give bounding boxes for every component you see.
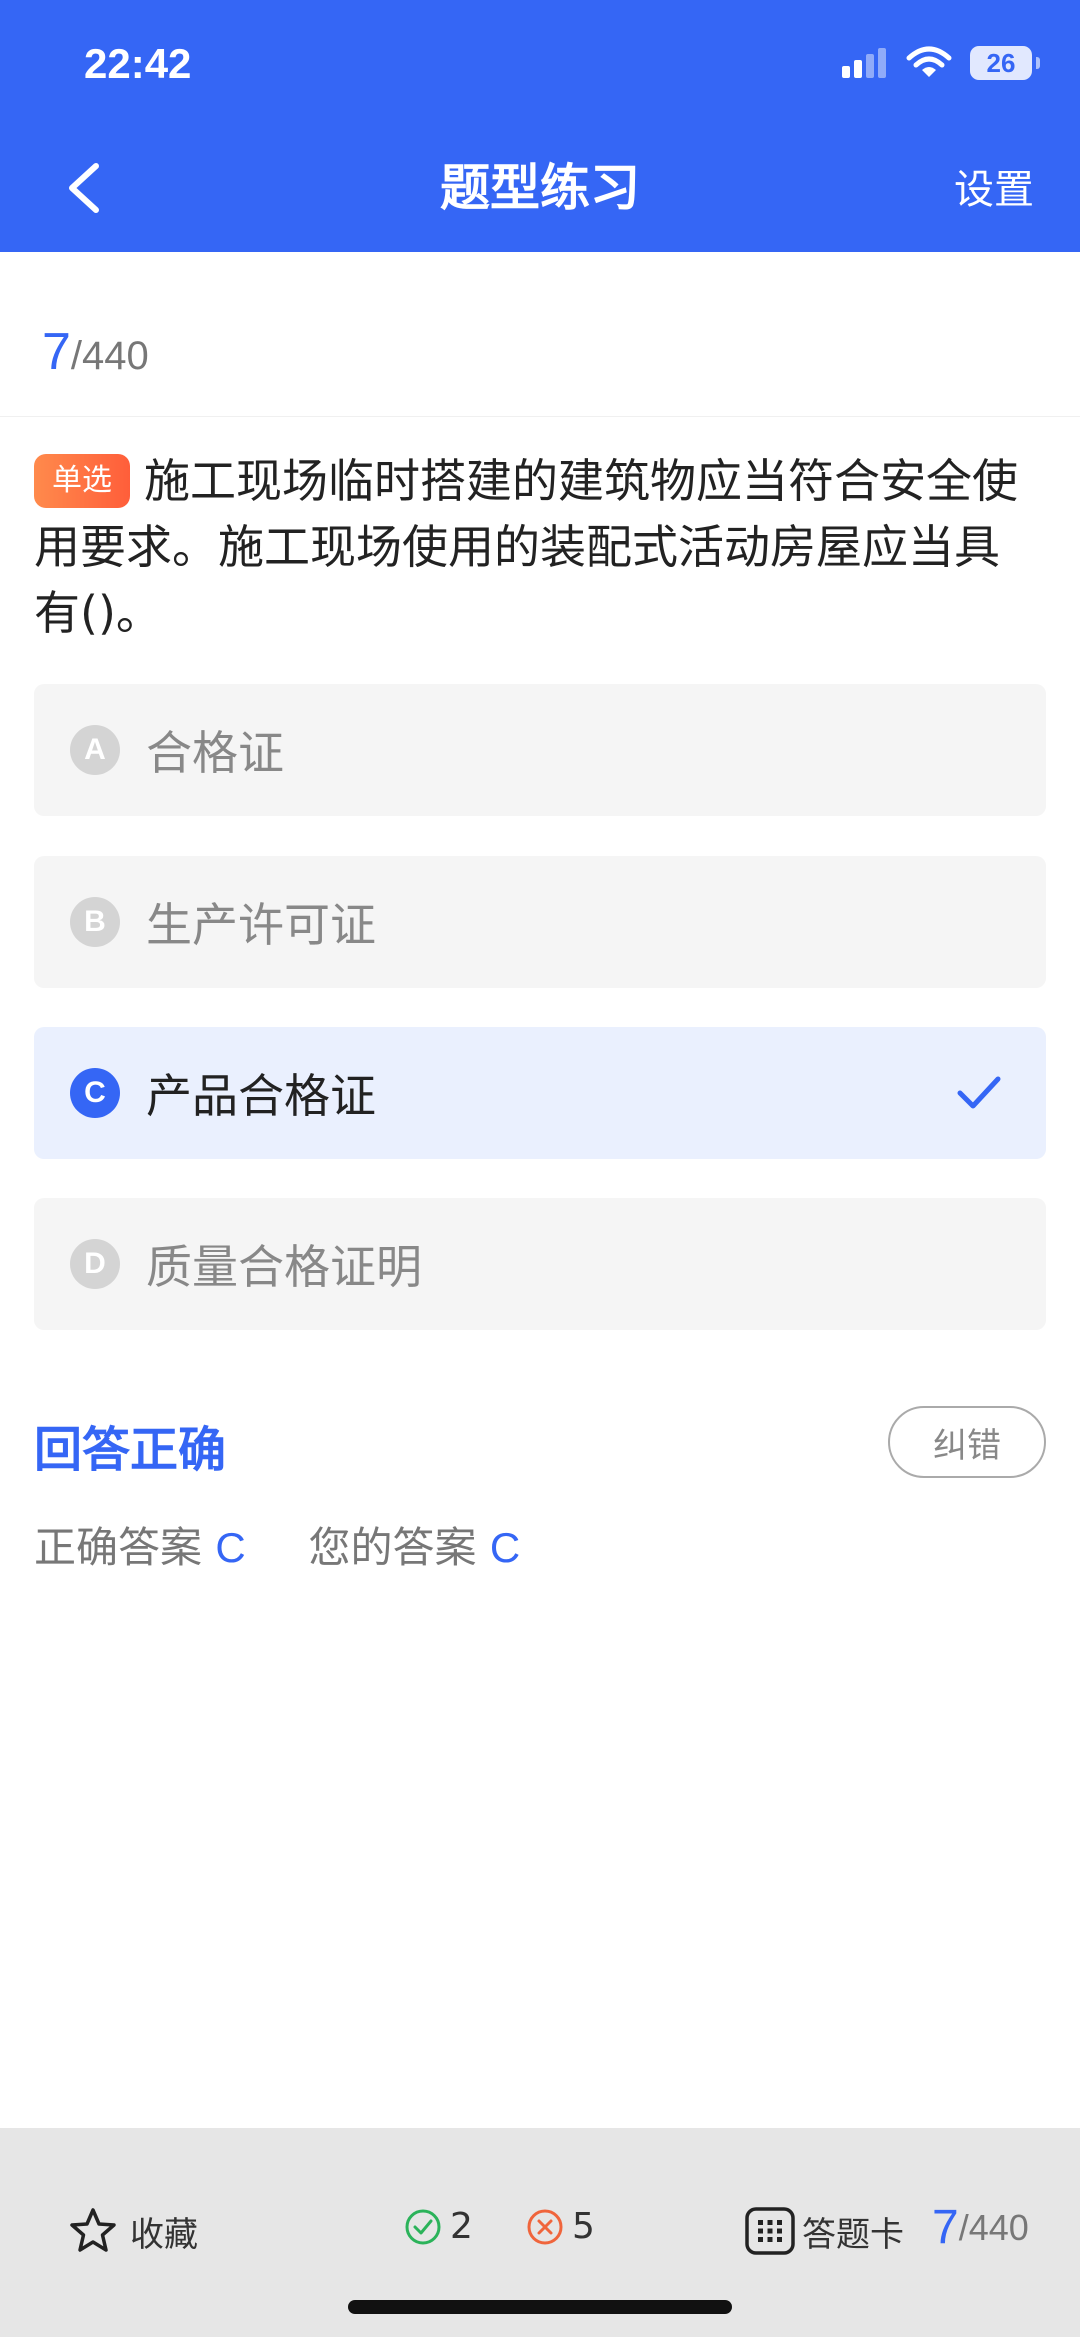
app-header: 22:42 26 题型练习 设置 <box>0 0 1080 252</box>
star-icon <box>70 2208 116 2252</box>
option-letter: B <box>70 897 120 947</box>
check-icon <box>957 1076 1001 1109</box>
progress-current: 7 <box>42 323 71 381</box>
signal-icon <box>842 48 886 78</box>
status-time: 22:42 <box>84 40 192 87</box>
status-icons: 26 <box>840 46 1040 80</box>
question-text: 施工现场临时搭建的建筑物应当符合安全使用要求。施工现场使用的装配式活动房屋应当具… <box>34 454 1018 640</box>
answer-card-button[interactable]: 答题卡 <box>744 2206 904 2256</box>
progress-counter: 7/440 <box>42 322 149 382</box>
option-b[interactable]: B 生产许可证 <box>34 856 1046 988</box>
option-text: 产品合格证 <box>146 1069 376 1123</box>
bottom-progress-total: /440 <box>958 2206 1029 2248</box>
correct-answer-value: C <box>215 1524 246 1571</box>
progress-total: /440 <box>70 334 149 378</box>
wifi-icon <box>906 46 952 77</box>
wrong-circle-icon <box>527 2209 563 2244</box>
option-d[interactable]: D 质量合格证明 <box>34 1198 1046 1330</box>
option-letter: A <box>70 725 120 775</box>
home-indicator <box>348 2300 732 2314</box>
page-title: 题型练习 <box>440 159 640 217</box>
wrong-count: 5 <box>526 2206 595 2247</box>
question-stem: 单选 施工现场临时搭建的建筑物应当符合安全使用要求。施工现场使用的装配式活动房屋应… <box>34 448 1044 646</box>
correct-answer-label: 正确答案 <box>34 1523 203 1572</box>
answer-summary: 正确答案 C 您的答案 C <box>34 1514 520 1575</box>
option-letter: D <box>70 1239 120 1289</box>
correct-circle-icon <box>405 2209 441 2244</box>
answer-result: 回答正确 <box>34 1422 227 1478</box>
favorite-label: 收藏 <box>130 2214 198 2255</box>
favorite-button[interactable]: 收藏 <box>68 2206 198 2256</box>
your-answer-value: C <box>489 1524 521 1571</box>
wrong-count-value: 5 <box>572 2206 595 2247</box>
option-text: 合格证 <box>146 726 284 780</box>
option-letter: C <box>70 1068 120 1118</box>
option-c[interactable]: C 产品合格证 <box>34 1027 1046 1159</box>
progress-row: 7/440 <box>0 252 1080 417</box>
answer-card-label: 答题卡 <box>802 2214 904 2255</box>
option-text: 质量合格证明 <box>146 1240 422 1294</box>
settings-button[interactable]: 设置 <box>954 160 1034 220</box>
question-type-badge: 单选 <box>34 454 130 508</box>
option-a[interactable]: A 合格证 <box>34 684 1046 816</box>
report-error-button[interactable]: 纠错 <box>888 1406 1046 1478</box>
correct-count-value: 2 <box>450 2206 473 2247</box>
grid-icon <box>745 2207 795 2255</box>
battery-icon: 26 <box>970 46 1040 80</box>
your-answer-label: 您的答案 <box>308 1523 477 1572</box>
bottom-progress: 7/440 <box>932 2200 1029 2255</box>
option-text: 生产许可证 <box>146 898 376 952</box>
correct-count: 2 <box>404 2206 473 2247</box>
bottom-progress-current: 7 <box>932 2201 959 2254</box>
